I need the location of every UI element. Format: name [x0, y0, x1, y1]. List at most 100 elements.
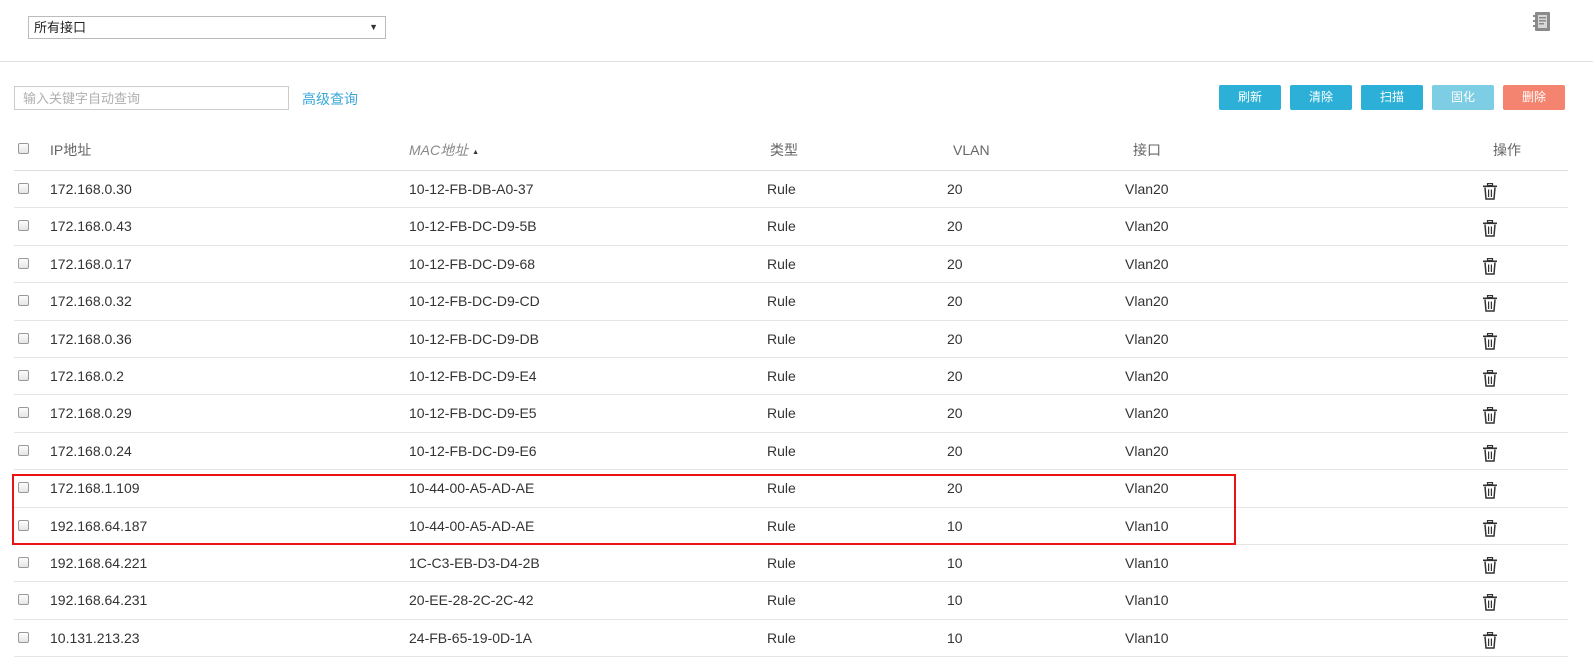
cell-type: Rule	[767, 255, 796, 272]
cell-interface: Vlan10	[1125, 554, 1169, 571]
trash-icon[interactable]	[1482, 594, 1498, 612]
trash-icon[interactable]	[1482, 482, 1498, 499]
cell-mac: 20-EE-28-2C-2C-42	[409, 592, 534, 609]
cell-vlan: 10	[947, 629, 963, 646]
trash-icon[interactable]	[1482, 444, 1498, 462]
cell-interface: Vlan10	[1125, 592, 1169, 609]
cell-type: Rule	[767, 405, 796, 422]
cell-mac: 24-FB-65-19-0D-1A	[409, 629, 532, 646]
trash-icon[interactable]	[1482, 295, 1498, 312]
keyword-search-input[interactable]	[14, 86, 289, 110]
table-row[interactable]: 172.168.0.17 10-12-FB-DC-D9-68 Rule 20 Vlan2…	[14, 246, 1568, 284]
cell-mac: 10-12-FB-DC-D9-E4	[409, 367, 537, 384]
row-checkbox[interactable]	[18, 444, 29, 456]
cell-ip: 172.168.0.29	[50, 405, 132, 422]
trash-icon[interactable]	[1482, 369, 1498, 387]
cell-vlan: 20	[947, 405, 963, 422]
refresh-button[interactable]: 刷新	[1219, 85, 1281, 110]
row-checkbox[interactable]	[18, 369, 29, 381]
table-row[interactable]: 172.168.1.109 10-44-00-A5-AD-AE Rule 20 Vlan…	[14, 470, 1568, 508]
top-bar: 所有接口 ▼	[0, 0, 1593, 62]
table-body: 172.168.0.30 10-12-FB-DB-A0-37 Rule 20 Vlan2…	[14, 171, 1568, 658]
row-checkbox[interactable]	[18, 183, 29, 194]
select-all-checkbox[interactable]	[18, 143, 29, 154]
table-row[interactable]: 172.168.0.43 10-12-FB-DC-D9-5B Rule 20 Vlan2…	[14, 208, 1568, 246]
delete-button[interactable]: 删除	[1503, 85, 1565, 110]
cell-mac: 10-44-00-A5-AD-AE	[409, 480, 535, 497]
row-checkbox[interactable]	[18, 220, 29, 232]
trash-icon[interactable]	[1482, 519, 1498, 537]
cell-ip: 192.168.64.231	[50, 592, 148, 609]
cell-type: Rule	[767, 629, 796, 646]
table-row[interactable]: 192.168.64.221 1C-C3-EB-D3-D4-2B Rule 10 Vla…	[14, 545, 1568, 583]
trash-icon[interactable]	[1482, 182, 1498, 200]
cell-vlan: 20	[947, 181, 963, 197]
row-checkbox[interactable]	[18, 482, 29, 494]
trash-icon[interactable]	[1482, 220, 1498, 238]
table-row[interactable]: 172.168.0.32 10-12-FB-DC-D9-CD Rule 20 Vlan2…	[14, 283, 1568, 321]
row-checkbox[interactable]	[18, 519, 29, 531]
interface-filter-select[interactable]: 所有接口 ▼	[28, 16, 386, 39]
cell-type: Rule	[767, 592, 796, 609]
table-row[interactable]: 192.168.64.231 20-EE-28-2C-2C-42 Rule 10 Vla…	[14, 582, 1568, 620]
interface-filter-value: 所有接口	[34, 20, 87, 35]
notebook-icon[interactable]	[1532, 11, 1552, 33]
table-row[interactable]: 172.168.0.30 10-12-FB-DB-A0-37 Rule 20 Vlan2…	[14, 171, 1568, 209]
table-row[interactable]: 172.168.0.2 10-12-FB-DC-D9-E4 Rule 20 Vlan20	[14, 358, 1568, 396]
row-checkbox[interactable]	[18, 631, 29, 643]
cell-interface: Vlan20	[1125, 181, 1169, 197]
header-mac-label: MAC地址	[409, 142, 469, 158]
cell-interface: Vlan10	[1125, 517, 1169, 534]
cell-type: Rule	[767, 367, 796, 384]
cell-vlan: 10	[947, 592, 963, 609]
cell-mac: 10-12-FB-DC-D9-E6	[409, 442, 537, 459]
cell-interface: Vlan20	[1125, 218, 1169, 235]
table-row[interactable]: 172.168.0.36 10-12-FB-DC-D9-DB Rule 20 Vlan2…	[14, 321, 1568, 358]
row-checkbox[interactable]	[18, 407, 29, 419]
cell-interface: Vlan20	[1125, 330, 1169, 347]
trash-icon[interactable]	[1482, 332, 1498, 350]
trash-icon[interactable]	[1482, 631, 1498, 649]
cell-type: Rule	[767, 442, 796, 459]
cell-type: Rule	[767, 517, 796, 534]
cell-vlan: 20	[947, 330, 963, 347]
cell-vlan: 20	[947, 218, 963, 235]
cell-vlan: 20	[947, 480, 963, 497]
cell-ip: 172.168.0.36	[50, 330, 132, 347]
table-header-row: IP地址 MAC地址 ▲ 类型 VLAN 接口 操作	[14, 131, 1568, 171]
trash-icon[interactable]	[1482, 556, 1498, 574]
trash-icon[interactable]	[1482, 407, 1498, 425]
header-mac[interactable]: MAC地址 ▲	[409, 131, 479, 172]
cell-vlan: 10	[947, 517, 963, 534]
row-checkbox[interactable]	[18, 556, 29, 568]
cell-type: Rule	[767, 218, 796, 235]
bind-button[interactable]: 固化	[1432, 85, 1494, 110]
table-row[interactable]: 172.168.0.29 10-12-FB-DC-D9-E5 Rule 20 Vlan2…	[14, 395, 1568, 433]
row-checkbox[interactable]	[18, 332, 29, 344]
cell-ip: 172.168.0.43	[50, 218, 132, 235]
header-ip[interactable]: IP地址	[50, 131, 91, 169]
header-interface[interactable]: 接口	[1133, 131, 1161, 169]
trash-icon[interactable]	[1482, 257, 1498, 275]
table-row[interactable]: 172.168.0.24 10-12-FB-DC-D9-E6 Rule 20 Vlan2…	[14, 433, 1568, 471]
clear-button[interactable]: 清除	[1290, 85, 1352, 110]
cell-ip: 192.168.64.187	[50, 517, 148, 534]
cell-ip: 172.168.1.109	[50, 480, 140, 497]
cell-mac: 1C-C3-EB-D3-D4-2B	[409, 554, 540, 571]
cell-ip: 172.168.0.2	[50, 367, 124, 384]
arp-table: IP地址 MAC地址 ▲ 类型 VLAN 接口 操作 172.168.0.30 10…	[14, 131, 1568, 658]
cell-interface: Vlan20	[1125, 255, 1169, 272]
cell-mac: 10-12-FB-DB-A0-37	[409, 181, 534, 197]
row-checkbox[interactable]	[18, 257, 29, 269]
row-checkbox[interactable]	[18, 594, 29, 606]
table-row[interactable]: 10.131.213.23 24-FB-65-19-0D-1A Rule 10 Vlan…	[14, 620, 1568, 658]
table-row[interactable]: 192.168.64.187 10-44-00-A5-AD-AE Rule 10 Vla…	[14, 508, 1568, 545]
header-vlan[interactable]: VLAN	[953, 131, 990, 169]
chevron-down-icon: ▼	[369, 22, 378, 32]
cell-vlan: 20	[947, 442, 963, 459]
header-type[interactable]: 类型	[770, 131, 798, 169]
scan-button[interactable]: 扫描	[1361, 85, 1423, 110]
cell-vlan: 20	[947, 293, 963, 310]
row-checkbox[interactable]	[18, 295, 29, 307]
advanced-search-link[interactable]: 高级查询	[302, 89, 358, 109]
